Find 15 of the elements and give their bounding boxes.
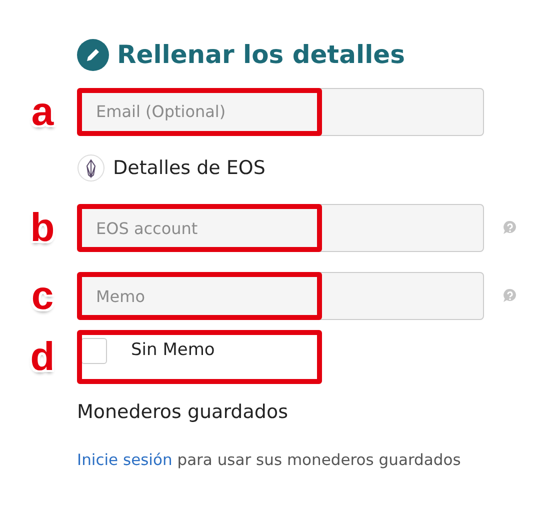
section-title: Monederos guardados <box>77 400 289 425</box>
callout-letter: b <box>29 208 55 248</box>
callout-letter: a <box>30 92 54 132</box>
callout-letter: c <box>30 276 54 316</box>
checkbox[interactable] <box>81 338 107 364</box>
eos-logo-icon <box>77 154 105 182</box>
checkbox-label: Sin Memo <box>131 339 215 362</box>
help-icon[interactable] <box>502 220 518 236</box>
heading: Rellenar los detalles <box>117 39 405 71</box>
sign-in-text: Inicie sesión para usar sus monederos guardados <box>77 450 462 470</box>
section-title: Detalles de EOS <box>113 156 266 180</box>
sign-in-link[interactable]: Inicie sesión <box>77 450 172 468</box>
callout-letter: d <box>29 337 55 377</box>
help-icon[interactable] <box>502 288 518 304</box>
pencil-icon <box>77 38 109 71</box>
